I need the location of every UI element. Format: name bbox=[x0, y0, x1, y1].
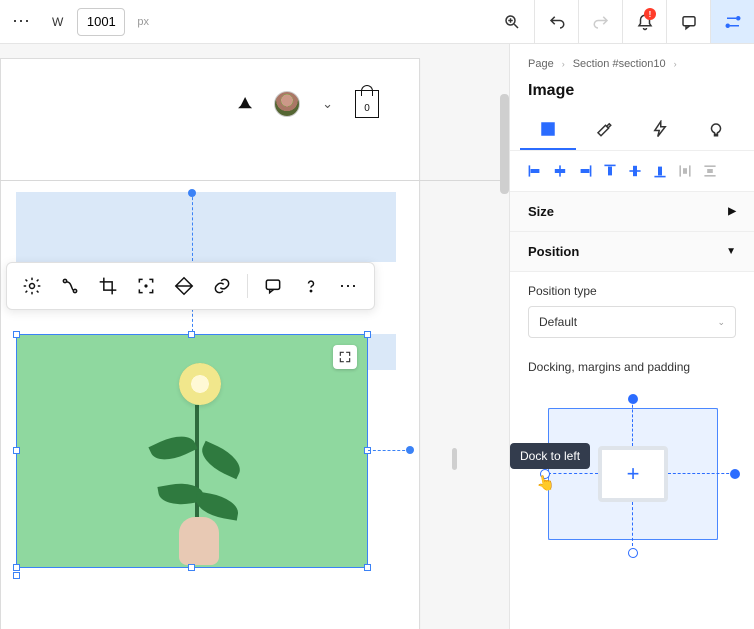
size-section-label: Size bbox=[528, 204, 554, 219]
resize-handle[interactable] bbox=[13, 331, 20, 338]
toolbar-divider bbox=[247, 274, 248, 298]
distribute-h[interactable] bbox=[674, 161, 696, 181]
anchor-handle[interactable] bbox=[13, 572, 20, 579]
distribute-v[interactable] bbox=[699, 161, 721, 181]
breadcrumb-page[interactable]: Page bbox=[528, 58, 554, 70]
align-top[interactable] bbox=[599, 161, 621, 181]
resize-handle[interactable] bbox=[13, 447, 20, 454]
dock-bottom-anchor[interactable] bbox=[628, 548, 638, 558]
width-unit: px bbox=[137, 16, 149, 28]
divider bbox=[0, 180, 509, 181]
resize-handle[interactable] bbox=[364, 564, 371, 571]
undo-button[interactable] bbox=[534, 0, 578, 43]
caret-right-icon: ▶ bbox=[728, 206, 736, 217]
breadcrumb: Page › Section #section10 › bbox=[510, 44, 754, 74]
responsive-button[interactable] bbox=[167, 269, 201, 303]
dock-guide bbox=[668, 473, 734, 474]
chevron-down-icon: ⌄ bbox=[717, 317, 725, 328]
crop-button[interactable] bbox=[91, 269, 125, 303]
inspector-panel: Page › Section #section10 › Image Size ▶ bbox=[509, 44, 754, 629]
settings-button[interactable] bbox=[15, 269, 49, 303]
resize-handle[interactable] bbox=[188, 564, 195, 571]
help-button[interactable] bbox=[294, 269, 328, 303]
redo-button[interactable] bbox=[578, 0, 622, 43]
dock-top-anchor[interactable] bbox=[628, 394, 638, 404]
chevron-right-icon: › bbox=[562, 59, 565, 69]
cart-icon[interactable]: 0 bbox=[355, 90, 379, 118]
resize-handle[interactable] bbox=[364, 331, 371, 338]
cart-count: 0 bbox=[364, 103, 370, 114]
notifications-button[interactable]: ! bbox=[622, 0, 666, 43]
tab-tips[interactable] bbox=[688, 110, 744, 150]
horizontal-guide bbox=[368, 450, 410, 451]
more-menu[interactable]: ⋯ bbox=[6, 7, 38, 36]
position-type-value: Default bbox=[539, 315, 577, 329]
chevron-down-icon[interactable]: ⌄ bbox=[322, 96, 333, 112]
cursor-icon: 👆 bbox=[535, 473, 557, 494]
position-type-select[interactable]: Default ⌄ bbox=[528, 306, 736, 338]
image-content bbox=[147, 355, 247, 565]
chevron-right-icon: › bbox=[674, 59, 677, 69]
dock-center-button[interactable]: + bbox=[598, 446, 668, 502]
tab-layout[interactable] bbox=[520, 110, 576, 150]
dock-right-anchor[interactable] bbox=[730, 469, 740, 479]
tab-design[interactable] bbox=[576, 110, 632, 150]
size-section[interactable]: Size ▶ bbox=[510, 192, 754, 232]
width-label: W bbox=[52, 15, 63, 29]
tab-interactions[interactable] bbox=[632, 110, 688, 150]
link-button[interactable] bbox=[205, 269, 239, 303]
anchor-top-icon bbox=[188, 189, 196, 197]
notification-badge-icon: ! bbox=[644, 8, 656, 20]
position-section-label: Position bbox=[528, 244, 579, 259]
docking-label: Docking, margins and padding bbox=[510, 342, 754, 382]
canvas[interactable]: ⌄ 0 bbox=[0, 44, 509, 629]
site-avatar[interactable] bbox=[274, 91, 300, 117]
resize-handle[interactable] bbox=[13, 564, 20, 571]
plus-icon: + bbox=[627, 461, 640, 487]
align-bottom[interactable] bbox=[649, 161, 671, 181]
anchor-right-icon bbox=[406, 446, 414, 454]
align-center-h[interactable] bbox=[549, 161, 571, 181]
canvas-scrollbar[interactable] bbox=[500, 94, 509, 194]
site-bell-icon[interactable] bbox=[238, 97, 252, 111]
caret-down-icon: ▼ bbox=[726, 246, 736, 257]
width-input[interactable] bbox=[77, 8, 125, 36]
zoom-button[interactable] bbox=[490, 0, 534, 43]
position-type-label: Position type bbox=[528, 284, 736, 298]
divider-handle[interactable] bbox=[452, 448, 457, 470]
align-left[interactable] bbox=[524, 161, 546, 181]
panel-toggle-button[interactable] bbox=[710, 0, 754, 43]
comment-button[interactable] bbox=[256, 269, 290, 303]
position-section[interactable]: Position ▼ bbox=[510, 232, 754, 272]
breadcrumb-section[interactable]: Section #section10 bbox=[573, 58, 666, 70]
dock-guide bbox=[632, 502, 633, 546]
align-right[interactable] bbox=[574, 161, 596, 181]
dock-guide bbox=[632, 400, 633, 446]
floating-toolbar: ⋯ bbox=[6, 262, 375, 310]
selected-image[interactable] bbox=[16, 334, 368, 568]
docking-control: + Dock to left 👆 bbox=[528, 390, 736, 560]
focal-button[interactable] bbox=[129, 269, 163, 303]
more-actions-button[interactable]: ⋯ bbox=[332, 269, 366, 303]
dock-left-tooltip: Dock to left bbox=[510, 443, 590, 469]
page-title: Image bbox=[510, 74, 754, 110]
expand-image-button[interactable] bbox=[333, 345, 357, 369]
resize-handle[interactable] bbox=[188, 331, 195, 338]
animation-button[interactable] bbox=[53, 269, 87, 303]
comments-button[interactable] bbox=[666, 0, 710, 43]
align-center-v[interactable] bbox=[624, 161, 646, 181]
dock-guide bbox=[548, 473, 598, 474]
section-placeholder[interactable] bbox=[16, 192, 396, 262]
